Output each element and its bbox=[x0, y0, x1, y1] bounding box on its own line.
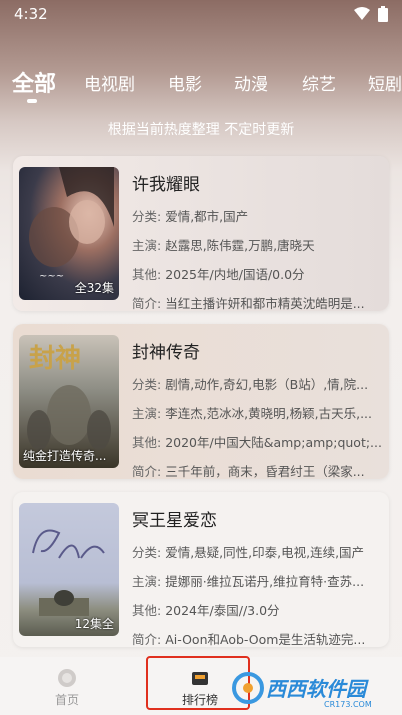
item-title[interactable]: 冥王星爱恋 bbox=[132, 506, 382, 532]
poster-image[interactable]: 12集全 bbox=[19, 503, 119, 636]
episode-badge: 全32集 bbox=[74, 281, 114, 295]
battery-icon bbox=[378, 6, 388, 22]
poster-image[interactable]: ~~~ 全32集 bbox=[19, 167, 119, 300]
item-cast: 主演: 提娜丽·维拉瓦诺丹,维拉育特·查苏... bbox=[132, 574, 365, 589]
svg-text:CR173.COM: CR173.COM bbox=[324, 700, 372, 709]
nav-home[interactable]: 首页 bbox=[37, 667, 97, 708]
item-title[interactable]: 封神传奇 bbox=[132, 338, 382, 364]
tab-tv[interactable]: 电视剧 bbox=[84, 70, 135, 95]
item-genre: 分类: 爱情,悬疑,同性,印泰,电视,连续,国产 bbox=[132, 545, 365, 560]
item-info: 封神传奇 分类: 剧情,动作,奇幻,电影（B站）,情,院... 主演: 李连杰,… bbox=[132, 338, 382, 480]
list-item[interactable]: ~~~ 全32集 许我耀眼 分类: 爱情,都市,国产 主演: 赵露思,陈伟霆,万… bbox=[13, 156, 389, 311]
list-item[interactable]: 12集全 冥王星爱恋 分类: 爱情,悬疑,同性,印泰,电视,连续,国产 主演: … bbox=[13, 492, 389, 647]
poster-image[interactable]: 封神 纯金打造传奇... bbox=[19, 335, 119, 468]
item-cast: 主演: 赵露思,陈伟霆,万鹏,唐晓天 bbox=[132, 238, 315, 253]
wifi-icon bbox=[354, 7, 370, 20]
item-other: 其他: 2020年/中国大陆&amp;amp;quot;... bbox=[132, 435, 382, 450]
item-other: 其他: 2024年/泰国//3.0分 bbox=[132, 603, 280, 618]
item-title[interactable]: 许我耀眼 bbox=[132, 170, 382, 196]
ranking-subtitle: 根据当前热度整理 不定时更新 bbox=[107, 122, 295, 138]
item-cast: 主演: 李连杰,范冰冰,黄晓明,杨颖,古天乐,... bbox=[132, 406, 372, 421]
item-genre: 分类: 爱情,都市,国产 bbox=[132, 209, 249, 224]
item-info: 冥王星爱恋 分类: 爱情,悬疑,同性,印泰,电视,连续,国产 主演: 提娜丽·维… bbox=[132, 506, 382, 648]
svg-text:~~~: ~~~ bbox=[39, 271, 64, 282]
status-time: 4:32 bbox=[14, 5, 48, 23]
tab-indicator bbox=[27, 99, 37, 103]
episode-badge: 12集全 bbox=[74, 617, 114, 631]
list-item[interactable]: 封神 纯金打造传奇... 封神传奇 分类: 剧情,动作,奇幻,电影（B站）,情,… bbox=[13, 324, 389, 479]
poster-caption: 纯金打造传奇... bbox=[23, 449, 107, 463]
tab-all[interactable]: 全部 bbox=[12, 66, 56, 98]
tab-anime[interactable]: 动漫 bbox=[234, 70, 268, 95]
item-intro: 简介: Ai-Oon和Aob-Oom是生活轨迹完... bbox=[132, 632, 366, 647]
item-intro: 简介: 三千年前，商末，昏君纣王（梁家... bbox=[132, 464, 365, 479]
svg-text:封神: 封神 bbox=[29, 344, 81, 374]
status-bar: 4:32 bbox=[0, 0, 402, 28]
category-tabs: 全部 电视剧 电影 动漫 综艺 短剧 bbox=[0, 66, 402, 102]
site-watermark-logo: 西西软件园 CR173.COM bbox=[232, 672, 372, 709]
home-icon bbox=[58, 669, 76, 687]
item-genre: 分类: 剧情,动作,奇幻,电影（B站）,情,院... bbox=[132, 377, 369, 392]
tab-variety[interactable]: 综艺 bbox=[302, 70, 336, 95]
item-other: 其他: 2025年/内地/国语/0.0分 bbox=[132, 267, 305, 282]
nav-home-label: 首页 bbox=[54, 693, 79, 707]
tab-short[interactable]: 短剧 bbox=[368, 70, 402, 95]
status-icons bbox=[354, 6, 388, 22]
svg-text:西西软件园: 西西软件园 bbox=[266, 677, 369, 701]
item-info: 许我耀眼 分类: 爱情,都市,国产 主演: 赵露思,陈伟霆,万鹏,唐晓天 其他:… bbox=[132, 170, 382, 312]
tab-movie[interactable]: 电影 bbox=[168, 70, 202, 95]
item-intro: 简介: 当红主播许妍和都市精英沈皓明是... bbox=[132, 296, 365, 311]
